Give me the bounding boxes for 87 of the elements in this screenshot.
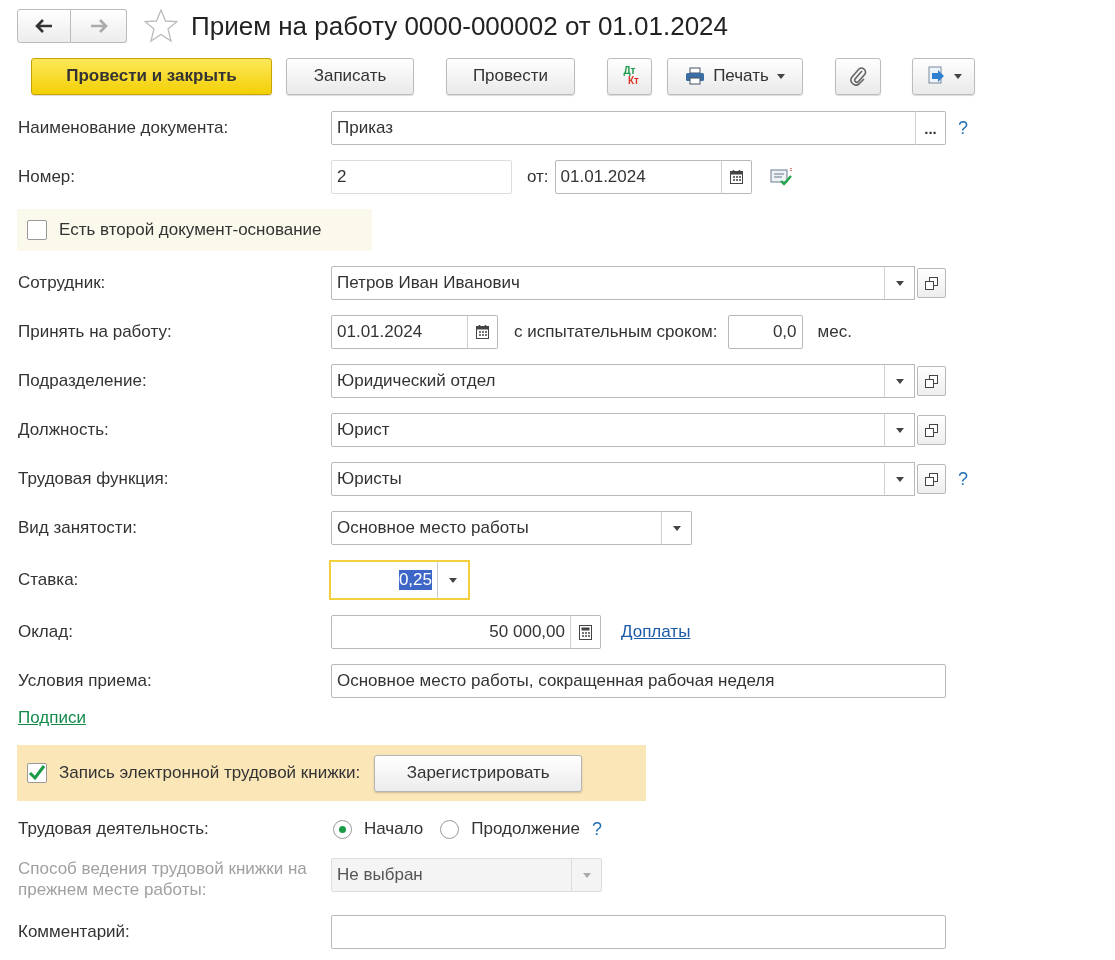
- paperclip-icon: [849, 66, 867, 86]
- dropdown-field[interactable]: Юрист: [331, 413, 885, 447]
- calendar-button[interactable]: [720, 160, 752, 194]
- radio-label: Начало: [364, 819, 424, 839]
- field-label: Оклад:: [18, 622, 74, 642]
- radio-label: Продолжение: [471, 819, 581, 839]
- dropdown-field[interactable]: Юридический отдел: [331, 364, 885, 398]
- radio-button[interactable]: [333, 819, 352, 839]
- toolbar-button[interactable]: Записать: [286, 57, 414, 95]
- back-button[interactable]: [17, 9, 71, 43]
- calendar-button[interactable]: [467, 315, 498, 349]
- open-window-icon: [925, 423, 938, 437]
- caret-icon: [672, 525, 681, 531]
- field-label: Вид занятости:: [18, 518, 138, 538]
- dropdown-field[interactable]: Юристы: [331, 462, 885, 496]
- number-field[interactable]: 0,0: [727, 315, 803, 349]
- caret-icon: [895, 378, 904, 384]
- text-field[interactable]: Основное место работы, сокращенная рабочая неделя: [331, 664, 946, 698]
- forward-arrow-icon: [89, 19, 108, 33]
- calculator-icon: [579, 624, 592, 640]
- open-button[interactable]: [917, 366, 946, 396]
- field-label: с испытательным сроком:: [514, 322, 718, 342]
- caret-icon: [776, 73, 785, 79]
- caret-icon: [449, 577, 457, 583]
- field-label: Условия приема:: [18, 671, 153, 691]
- rate-field[interactable]: 0,25: [329, 560, 438, 600]
- caret-icon: [895, 280, 904, 286]
- help-link[interactable]: ?: [592, 818, 603, 840]
- caret-icon: [953, 73, 962, 79]
- calculator-button[interactable]: [570, 615, 601, 649]
- field-label: Номер:: [18, 167, 77, 187]
- field-label: Должность:: [18, 420, 110, 440]
- open-button[interactable]: [917, 464, 946, 494]
- attach-button[interactable]: [835, 57, 881, 95]
- back-arrow-icon: [35, 19, 53, 33]
- document-arrow-icon: [925, 66, 946, 86]
- dropdown-field[interactable]: Основное место работы: [331, 511, 662, 545]
- field-label: Способ ведения трудовой книжки на прежнем месте работы:: [18, 858, 308, 900]
- field-label: Наименование документа:: [18, 118, 230, 138]
- date-field[interactable]: 01.01.2024: [331, 315, 468, 349]
- radio-button[interactable]: [440, 819, 460, 839]
- checkbox[interactable]: [27, 220, 47, 240]
- help-link[interactable]: ?: [958, 117, 968, 139]
- open-window-icon: [925, 472, 938, 486]
- ledger-entries-button[interactable]: Дт Кт: [607, 57, 652, 95]
- open-window-icon: [925, 374, 938, 388]
- toolbar-button[interactable]: Провести: [446, 57, 575, 95]
- document-check-icon: [769, 167, 794, 187]
- field-label: Трудовая деятельность:: [18, 819, 210, 839]
- link[interactable]: Подписи: [18, 708, 86, 728]
- field-label: от:: [527, 167, 549, 187]
- caret-icon: [582, 872, 591, 878]
- open-button[interactable]: [917, 268, 946, 298]
- dropdown-field[interactable]: Петров Иван Иванович: [331, 266, 885, 300]
- choose-button[interactable]: ...: [915, 111, 946, 145]
- checkbox-label: Есть второй документ-основание: [59, 220, 322, 240]
- calendar-icon: [476, 325, 489, 339]
- dropdown-button[interactable]: [661, 511, 692, 545]
- link[interactable]: Доплаты: [621, 622, 691, 642]
- field-label: Ставка:: [18, 570, 80, 590]
- field-label: Принять на работу:: [18, 322, 173, 342]
- caret-icon: [895, 427, 904, 433]
- register-button[interactable]: Зарегистрировать: [374, 754, 583, 792]
- field-label: Комментарий:: [18, 922, 131, 942]
- star-icon: [144, 9, 178, 43]
- caret-icon: [895, 476, 904, 482]
- window-title: Прием на работу 0000-000002 от 01.01.2024: [191, 10, 729, 42]
- field-label: Сотрудник:: [18, 273, 107, 293]
- create-based-menu-button[interactable]: [912, 57, 975, 95]
- open-button[interactable]: [917, 415, 946, 445]
- field-label: Подразделение:: [18, 371, 148, 391]
- unit-label: мес.: [817, 322, 852, 342]
- print-menu-button[interactable]: Печать: [667, 57, 803, 95]
- amount-field[interactable]: 50 000,00: [331, 615, 571, 649]
- help-link[interactable]: ?: [958, 468, 968, 490]
- checkmark-icon: [28, 765, 46, 781]
- field-label: Трудовая функция:: [18, 469, 170, 489]
- date-field[interactable]: 01.01.2024: [554, 160, 722, 194]
- text-field[interactable]: Приказ: [331, 111, 916, 145]
- number-field[interactable]: 2: [331, 160, 512, 194]
- calendar-icon: [729, 170, 743, 184]
- text-field[interactable]: [331, 915, 946, 949]
- printer-icon: [685, 67, 706, 85]
- open-window-icon: [925, 276, 938, 290]
- post-and-close-button[interactable]: Провести и закрыть: [31, 57, 272, 95]
- checkbox[interactable]: [27, 763, 47, 783]
- checkbox-label: Запись электронной трудовой книжки:: [59, 763, 361, 783]
